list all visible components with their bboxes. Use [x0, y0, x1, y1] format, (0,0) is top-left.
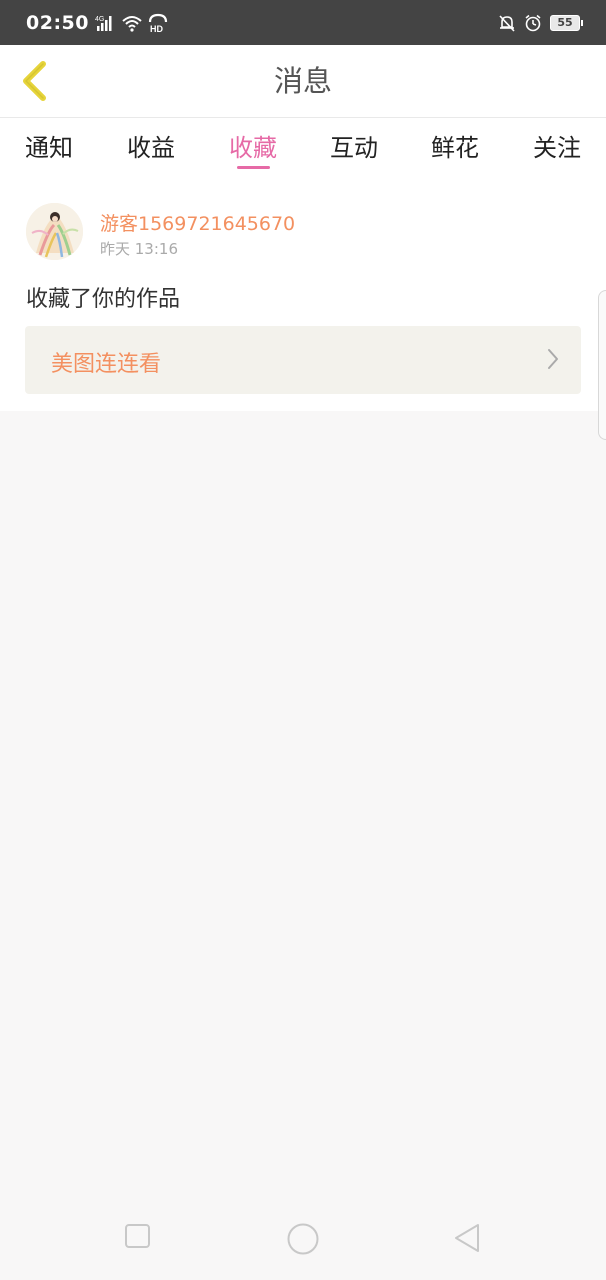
- network-type-label: 4G: [95, 16, 104, 23]
- tab-notifications[interactable]: 通知: [14, 128, 84, 163]
- active-tab-indicator: [237, 166, 270, 169]
- alarm-icon: [525, 14, 541, 31]
- mute-bell-icon: [499, 14, 515, 32]
- work-link[interactable]: 美图连连看: [25, 326, 581, 394]
- tab-follows[interactable]: 关注: [522, 128, 592, 163]
- message-time: 昨天 13:16: [100, 240, 178, 258]
- home-icon[interactable]: [286, 1222, 320, 1256]
- message-card: 游客1569721645670 昨天 13:16 收藏了你的作品 美图连连看: [0, 181, 606, 411]
- tab-interactions[interactable]: 互动: [319, 128, 389, 163]
- status-icons: 4G HD: [95, 13, 169, 33]
- wifi-icon: [122, 15, 142, 32]
- hd-call-icon: HD: [148, 13, 168, 33]
- status-time: 02:50: [26, 11, 89, 34]
- tab-earnings[interactable]: 收益: [116, 128, 186, 163]
- hd-label: HD: [150, 24, 163, 33]
- signal-icon: 4G: [95, 15, 112, 31]
- work-link-label: 美图连连看: [51, 352, 162, 377]
- tab-bar: 通知 收益 收藏 互动 鲜花 关注: [0, 118, 606, 181]
- battery-icon: 55: [550, 14, 583, 31]
- status-bar: 02:50 4G HD 55: [0, 0, 606, 45]
- edge-panel-handle[interactable]: [598, 290, 606, 440]
- page-title: 消息: [273, 64, 332, 98]
- avatar[interactable]: [26, 203, 83, 260]
- nav-bar: 消息: [0, 45, 606, 118]
- username[interactable]: 游客1569721645670: [100, 209, 295, 236]
- back-triangle-icon[interactable]: [452, 1222, 482, 1254]
- tab-flowers[interactable]: 鲜花: [420, 128, 490, 163]
- recent-apps-icon[interactable]: [124, 1222, 152, 1250]
- tab-favorites[interactable]: 收藏: [218, 128, 288, 163]
- status-left: 02:50 4G HD: [26, 12, 169, 34]
- message-text: 收藏了你的作品: [26, 287, 181, 312]
- chevron-right-icon: [548, 349, 558, 369]
- status-right: 55: [498, 14, 583, 32]
- system-nav-bar: [0, 1200, 606, 1280]
